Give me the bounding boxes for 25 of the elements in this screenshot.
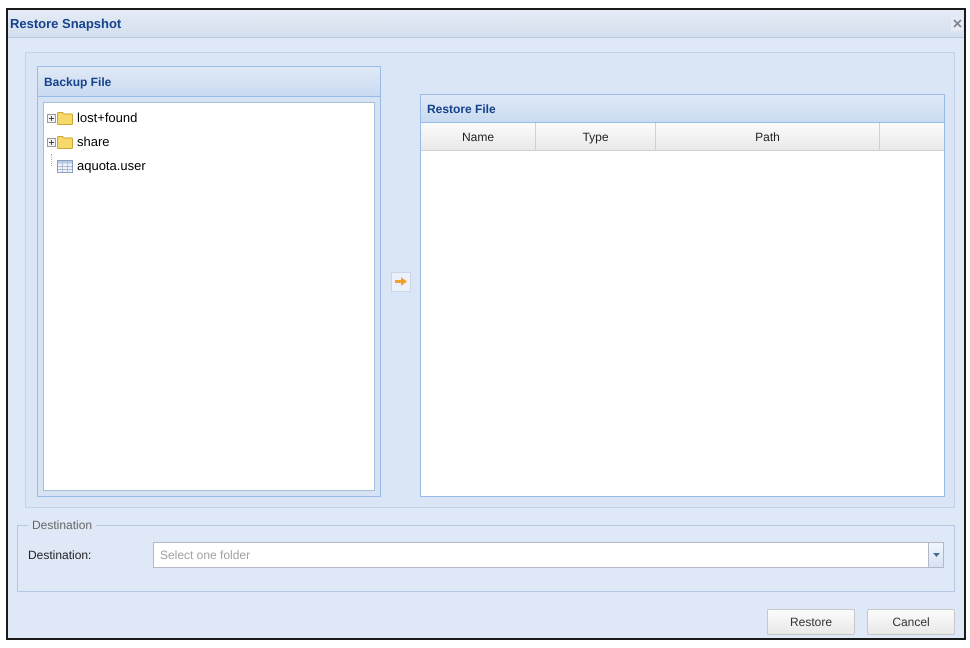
close-icon bbox=[952, 19, 962, 28]
table-file-icon bbox=[57, 160, 73, 172]
folder-icon bbox=[57, 136, 73, 148]
plus-box-icon[interactable] bbox=[47, 138, 56, 146]
tree-item[interactable]: lost+found bbox=[77, 108, 138, 128]
column-header[interactable]: Name bbox=[421, 123, 536, 151]
dropdown-trigger-button[interactable] bbox=[928, 542, 944, 568]
group-legend: Destination bbox=[28, 516, 96, 534]
folder-select-field[interactable]: Select one folder bbox=[153, 542, 928, 568]
window-title: Restore Snapshot bbox=[10, 14, 122, 33]
caret-down-icon bbox=[932, 553, 940, 557]
close-button[interactable] bbox=[951, 16, 963, 30]
arrow-right-icon bbox=[394, 277, 406, 286]
column-header-filler bbox=[880, 123, 944, 151]
column-header[interactable]: Type bbox=[536, 123, 656, 151]
panel-title: Restore File bbox=[427, 100, 496, 118]
tree-item[interactable]: share bbox=[77, 132, 110, 152]
tree-item[interactable]: aquota.user bbox=[77, 156, 146, 176]
panel-title: Backup File bbox=[44, 74, 112, 90]
field-label: Destination: bbox=[28, 547, 92, 564]
column-header[interactable]: Path bbox=[656, 123, 880, 151]
cancel-button[interactable]: Cancel bbox=[867, 609, 955, 635]
restore-button[interactable]: Restore bbox=[767, 609, 855, 635]
folder-icon bbox=[57, 112, 73, 124]
plus-box-icon[interactable] bbox=[47, 114, 56, 122]
